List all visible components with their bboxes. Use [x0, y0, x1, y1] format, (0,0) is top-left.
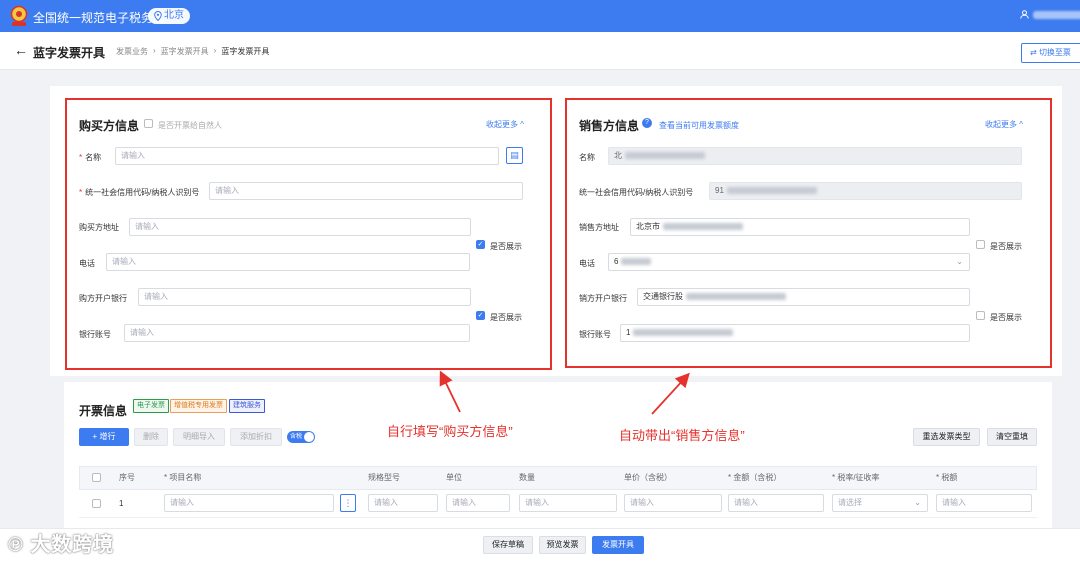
spec-input[interactable]: 请输入 [368, 494, 438, 512]
clear-button[interactable]: 清空重填 [987, 428, 1037, 446]
reselect-type-button[interactable]: 重选发票类型 [913, 428, 980, 446]
tag-e-invoice: 电子发票 [133, 399, 169, 413]
row-index: 1 [119, 499, 124, 508]
import-button[interactable]: 明细导入 [173, 428, 225, 446]
seller-annotation: 自动带出“销售方信息” [619, 428, 745, 443]
unit-price-input[interactable]: 请输入 [624, 494, 722, 512]
watermark: ℗ 大数跨境 [8, 534, 115, 556]
save-draft-button[interactable]: 保存草稿 [483, 536, 533, 554]
col-item-name: * 项目名称 [164, 473, 202, 482]
select-all-checkbox[interactable] [92, 473, 101, 482]
col-quantity: 数量 [519, 473, 535, 482]
col-index: 序号 [119, 473, 135, 482]
issue-invoice-button[interactable]: 发票开具 [592, 536, 644, 554]
tag-construction: 建筑服务 [229, 399, 265, 413]
amount-input[interactable]: 请输入 [728, 494, 824, 512]
tax-inclusive-toggle[interactable]: 含税 [287, 431, 315, 443]
col-amount: * 金额（含税） [728, 473, 782, 482]
row-checkbox[interactable] [92, 499, 101, 508]
tax-rate-select[interactable]: 请选择 ⌄ [832, 494, 928, 512]
invoice-title: 开票信息 [79, 404, 128, 418]
chevron-down-icon: ⌄ [914, 498, 921, 507]
col-unit-price: 单价（含税） [624, 473, 672, 482]
item-name-input[interactable]: 请输入 [164, 494, 334, 512]
preview-button[interactable]: 预览发票 [539, 536, 586, 554]
col-tax-amount: * 税额 [936, 473, 958, 482]
more-options-icon[interactable]: ⋮ [340, 494, 356, 512]
seller-arrow [651, 372, 690, 415]
quantity-input[interactable]: 请输入 [519, 494, 617, 512]
discount-button[interactable]: 添加折扣 [230, 428, 282, 446]
buyer-annotation: 自行填写“购买方信息” [387, 424, 513, 439]
watermark-icon: ℗ [8, 534, 24, 556]
col-spec: 规格型号 [368, 473, 400, 482]
add-row-button[interactable]: + 增行 [79, 428, 129, 446]
delete-button[interactable]: 删除 [134, 428, 168, 446]
col-unit: 单位 [446, 473, 462, 482]
unit-input[interactable]: 请输入 [446, 494, 510, 512]
tag-vat-special: 增值税专用发票 [170, 399, 227, 413]
tax-amount-input[interactable]: 请输入 [936, 494, 1032, 512]
col-tax-rate: * 税率/征收率 [832, 473, 880, 482]
items-table-header [79, 466, 1037, 490]
buyer-arrow [439, 370, 461, 413]
